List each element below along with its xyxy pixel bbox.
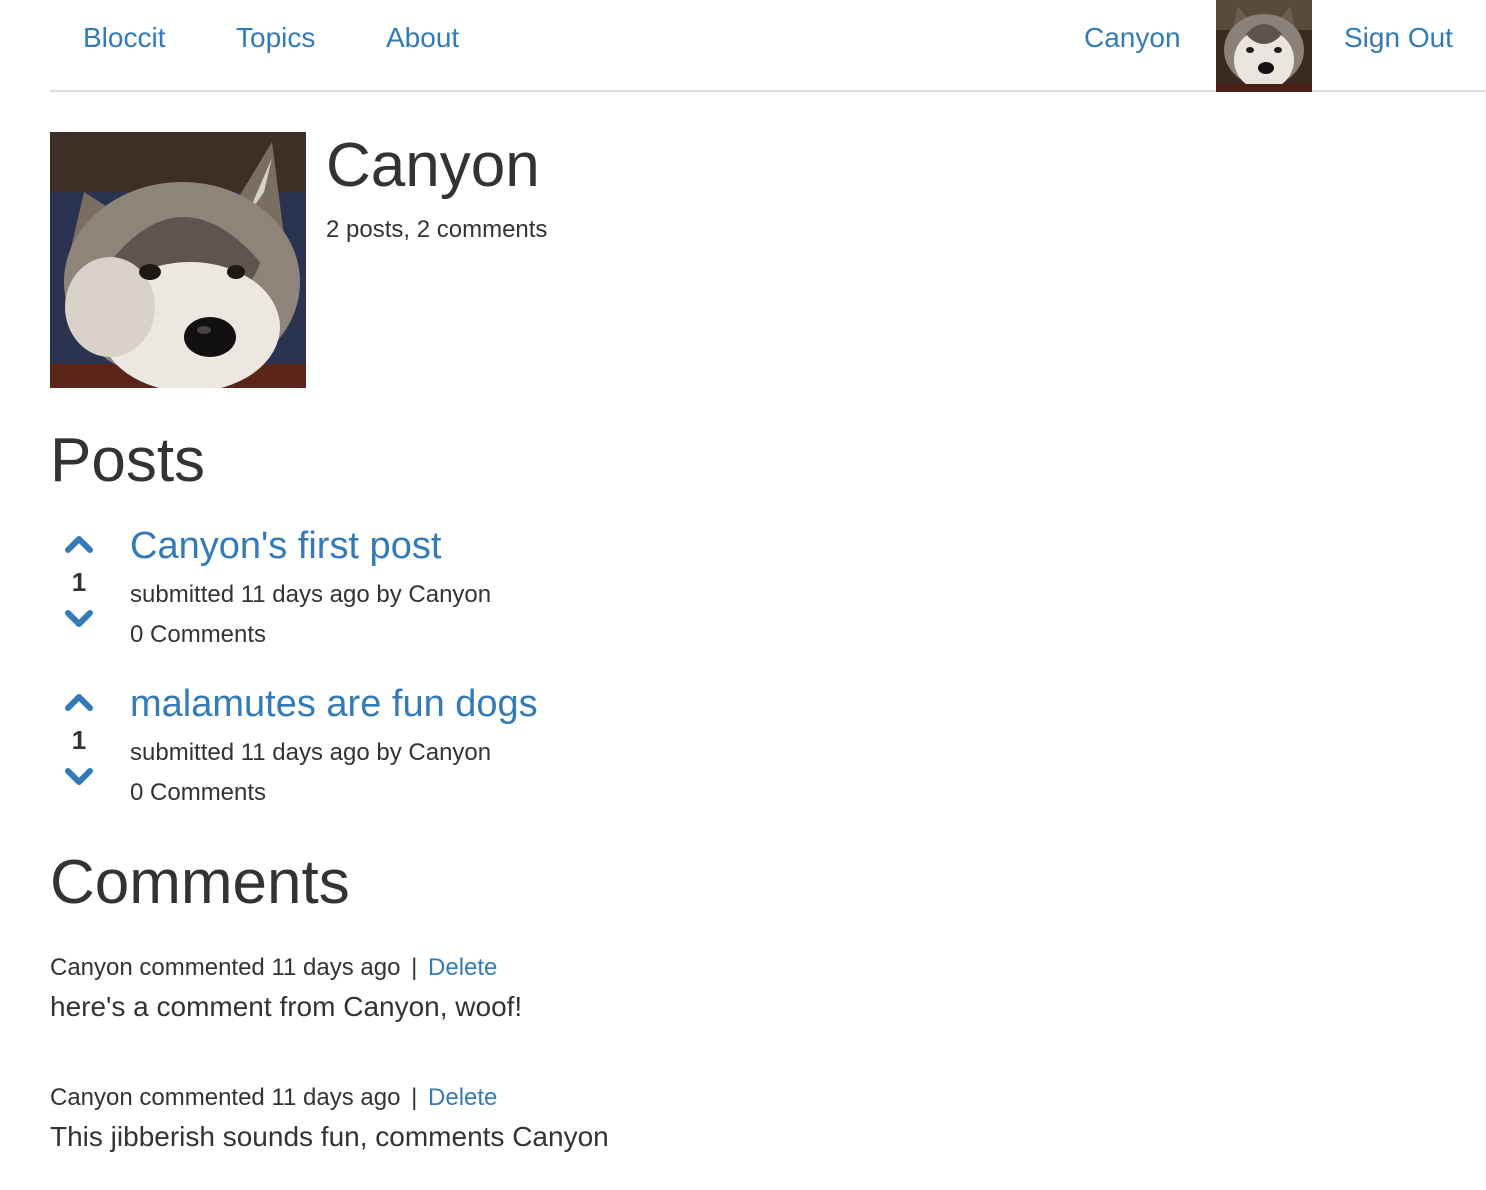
comment-meta-row: Canyon commented 11 days ago | Delete xyxy=(50,953,950,983)
vote-widget: 1 xyxy=(50,524,108,644)
comment-meta-row: Canyon commented 11 days ago | Delete xyxy=(50,1083,950,1113)
delete-comment-link[interactable]: Delete xyxy=(428,1084,497,1111)
brand-link[interactable]: Bloccit xyxy=(83,21,165,55)
post-title-link[interactable]: Canyon's first post xyxy=(130,524,441,568)
profile-name: Canyon xyxy=(326,131,540,200)
nav-topics-link[interactable]: Topics xyxy=(236,21,315,55)
posts-heading: Posts xyxy=(50,426,206,495)
comment-item: Canyon commented 11 days ago | Delete Th… xyxy=(50,1083,950,1154)
nav-user-avatar[interactable] xyxy=(1216,0,1312,92)
post-meta: submitted 11 days ago by Canyon xyxy=(130,739,492,766)
post-item: 1 malamutes are fun dogs submitted 11 da… xyxy=(50,682,750,822)
delete-comment-link[interactable]: Delete xyxy=(428,954,497,981)
downvote-chevron-down-icon[interactable] xyxy=(64,766,94,788)
post-comment-count: 0 Comments xyxy=(130,621,267,648)
vote-widget: 1 xyxy=(50,682,108,802)
comments-heading: Comments xyxy=(50,848,350,917)
comment-separator: | xyxy=(411,1084,418,1111)
comment-item: Canyon commented 11 days ago | Delete he… xyxy=(50,953,950,1024)
dog-photo-icon xyxy=(50,132,306,388)
vote-count: 1 xyxy=(71,725,87,755)
vote-count: 1 xyxy=(71,567,87,597)
top-navbar: Bloccit Topics About Canyon Sign Out xyxy=(50,0,1486,92)
profile-avatar xyxy=(50,132,306,388)
upvote-chevron-up-icon[interactable] xyxy=(64,690,94,712)
sign-out-link[interactable]: Sign Out xyxy=(1344,21,1453,55)
profile-stats: 2 posts, 2 comments xyxy=(326,216,548,243)
post-item: 1 Canyon's first post submitted 11 days … xyxy=(50,524,750,664)
nav-user-link[interactable]: Canyon xyxy=(1084,21,1181,55)
post-title-link[interactable]: malamutes are fun dogs xyxy=(130,682,538,726)
comment-meta: Canyon commented 11 days ago xyxy=(50,954,401,981)
dog-avatar-icon xyxy=(1216,0,1312,92)
comment-body: here's a comment from Canyon, woof! xyxy=(50,991,523,1022)
post-comment-count: 0 Comments xyxy=(130,779,267,806)
upvote-chevron-up-icon[interactable] xyxy=(64,532,94,554)
comment-separator: | xyxy=(411,954,418,981)
comment-meta: Canyon commented 11 days ago xyxy=(50,1084,401,1111)
post-meta: submitted 11 days ago by Canyon xyxy=(130,581,492,608)
downvote-chevron-down-icon[interactable] xyxy=(64,608,94,630)
comment-body: This jibberish sounds fun, comments Cany… xyxy=(50,1121,609,1152)
nav-about-link[interactable]: About xyxy=(386,21,459,55)
